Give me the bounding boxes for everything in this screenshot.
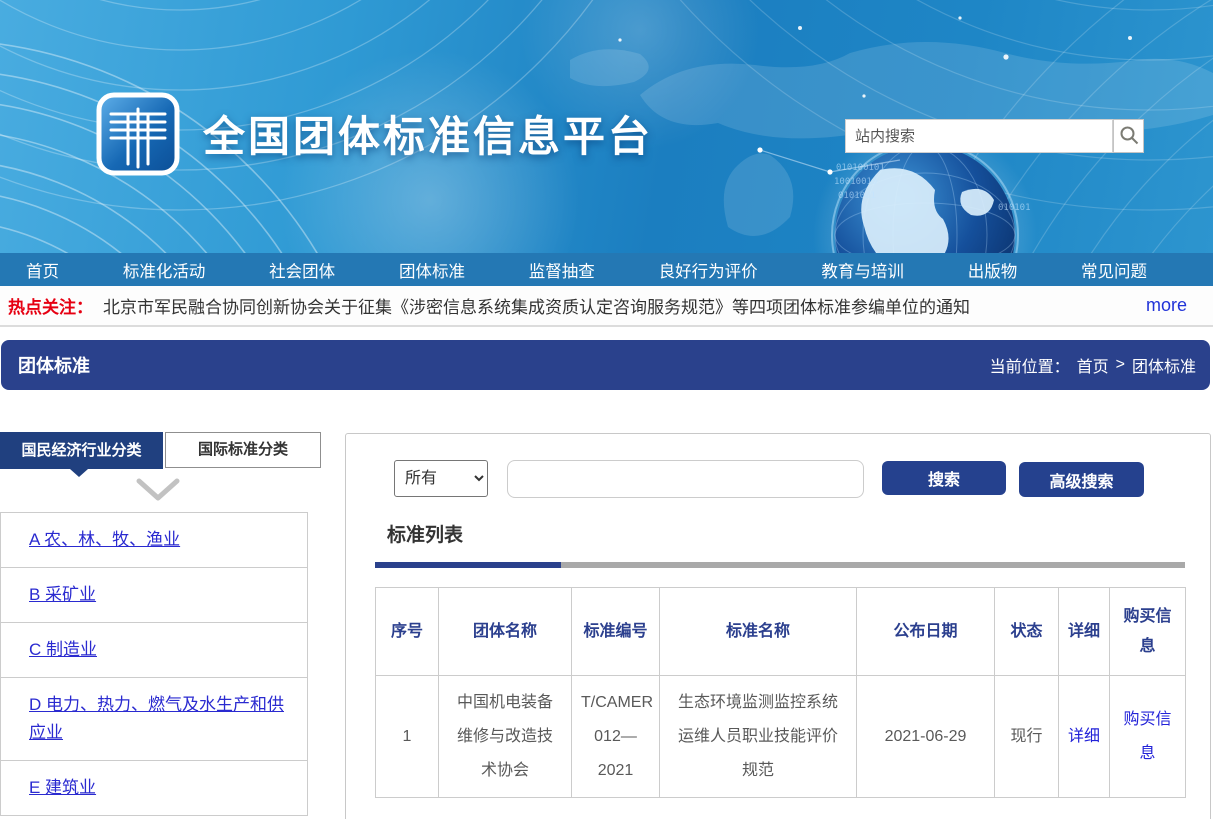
cell-name: 生态环境监测监控系统运维人员职业技能评价规范 — [660, 676, 857, 798]
header-name: 标准名称 — [660, 588, 857, 676]
header-no: 序号 — [376, 588, 439, 676]
nav-item-good-behavior-evaluation[interactable]: 良好行为评价 — [659, 258, 758, 282]
nav-item-supervision-checks[interactable]: 监督抽查 — [529, 258, 595, 282]
purchase-info-link[interactable]: 购买信息 — [1123, 711, 1171, 762]
breadcrumb-current: 团体标准 — [1132, 353, 1196, 377]
header-date: 公布日期 — [857, 588, 995, 676]
header-banner: 010100101 10010010 0101001 010101 全国团体标准… — [0, 0, 1213, 253]
cell-status: 现行 — [995, 676, 1059, 798]
detail-link[interactable]: 详细 — [1068, 728, 1100, 745]
svg-text:10010010: 10010010 — [834, 177, 877, 187]
breadcrumb: 当前位置： 首页 > 团体标准 — [990, 353, 1210, 377]
header-detail: 详细 — [1059, 588, 1110, 676]
table-header-row: 序号 团体名称 标准编号 标准名称 公布日期 状态 详细 购买信息 — [376, 588, 1186, 676]
site-search-button[interactable] — [1113, 119, 1144, 153]
tab-national-economy-classification[interactable]: 国民经济行业分类 — [0, 432, 163, 469]
cell-code: T/CAMER 012—2021 — [572, 676, 660, 798]
page-title: 团体标准 — [1, 352, 90, 378]
breadcrumb-home-link[interactable]: 首页 — [1077, 353, 1109, 377]
standards-panel: 所有 搜索 高级搜索 标准列表 序号 团体名称 标准编号 标准名称 公布日期 状… — [345, 433, 1211, 819]
header-purchase: 购买信息 — [1110, 588, 1186, 676]
nav-item-social-organizations[interactable]: 社会团体 — [269, 258, 335, 282]
nav-item-home[interactable]: 首页 — [26, 258, 59, 282]
table-row: 1 中国机电装备维修与改造技术协会 T/CAMER 012—2021 生态环境监… — [376, 676, 1186, 798]
header-org: 团体名称 — [439, 588, 572, 676]
nav-item-group-standards[interactable]: 团体标准 — [399, 258, 465, 282]
header-status: 状态 — [995, 588, 1059, 676]
category-d-utilities[interactable]: D 电力、热力、燃气及水生产和供应业 — [1, 678, 307, 761]
nav-item-publications[interactable]: 出版物 — [968, 258, 1018, 282]
cell-date: 2021-06-29 — [857, 676, 995, 798]
standards-table: 序号 团体名称 标准编号 标准名称 公布日期 状态 详细 购买信息 1 中国机电… — [375, 587, 1186, 798]
hot-topics-label: 热点关注： — [8, 293, 93, 318]
chevron-down-icon — [136, 478, 180, 507]
list-title-underline — [375, 562, 1185, 568]
hot-topics-bar: 热点关注： 北京市军民融合协同创新协会关于征集《涉密信息系统集成资质认定咨询服务… — [0, 286, 1213, 327]
site-search-input[interactable] — [845, 119, 1113, 153]
nav-item-standardization-activities[interactable]: 标准化活动 — [123, 258, 206, 282]
header-code: 标准编号 — [572, 588, 660, 676]
nav-item-faq[interactable]: 常见问题 — [1081, 258, 1147, 282]
svg-text:010101: 010101 — [998, 203, 1031, 213]
magnifier-icon — [1119, 125, 1139, 148]
search-button[interactable]: 搜索 — [882, 461, 1006, 495]
category-a-agriculture[interactable]: A 农、林、牧、渔业 — [1, 513, 307, 568]
category-e-construction[interactable]: E 建筑业 — [1, 761, 307, 816]
svg-text:010100101: 010100101 — [836, 163, 885, 173]
section-header-bar: 团体标准 当前位置： 首页 > 团体标准 — [1, 340, 1210, 390]
category-b-mining[interactable]: B 采矿业 — [1, 568, 307, 623]
svg-text:0101001: 0101001 — [838, 191, 876, 201]
list-title-underline-accent — [375, 562, 561, 568]
tab-international-standard-classification[interactable]: 国际标准分类 — [165, 432, 321, 468]
cell-org: 中国机电装备维修与改造技术协会 — [439, 676, 572, 798]
breadcrumb-separator: > — [1116, 356, 1125, 374]
standards-list-title: 标准列表 — [387, 520, 463, 547]
site-title: 全国团体标准信息平台 — [203, 103, 653, 164]
platform-logo — [95, 91, 181, 177]
hot-topics-more-link[interactable]: more — [1146, 295, 1187, 316]
category-c-manufacturing[interactable]: C 制造业 — [1, 623, 307, 678]
hot-topic-headline-link[interactable]: 北京市军民融合协同创新协会关于征集《涉密信息系统集成资质认定咨询服务规范》等四项… — [103, 293, 970, 318]
advanced-search-button[interactable]: 高级搜索 — [1019, 462, 1144, 497]
breadcrumb-label: 当前位置： — [990, 353, 1070, 377]
keyword-input[interactable] — [507, 460, 864, 498]
active-tab-pointer — [70, 469, 88, 477]
cell-no: 1 — [376, 676, 439, 798]
category-list: A 农、林、牧、渔业 B 采矿业 C 制造业 D 电力、热力、燃气及水生产和供应… — [0, 512, 308, 816]
filter-select[interactable]: 所有 — [394, 460, 488, 497]
nav-item-education-training[interactable]: 教育与培训 — [821, 258, 904, 282]
main-nav: 首页 标准化活动 社会团体 团体标准 监督抽查 良好行为评价 教育与培训 出版物… — [0, 253, 1213, 286]
